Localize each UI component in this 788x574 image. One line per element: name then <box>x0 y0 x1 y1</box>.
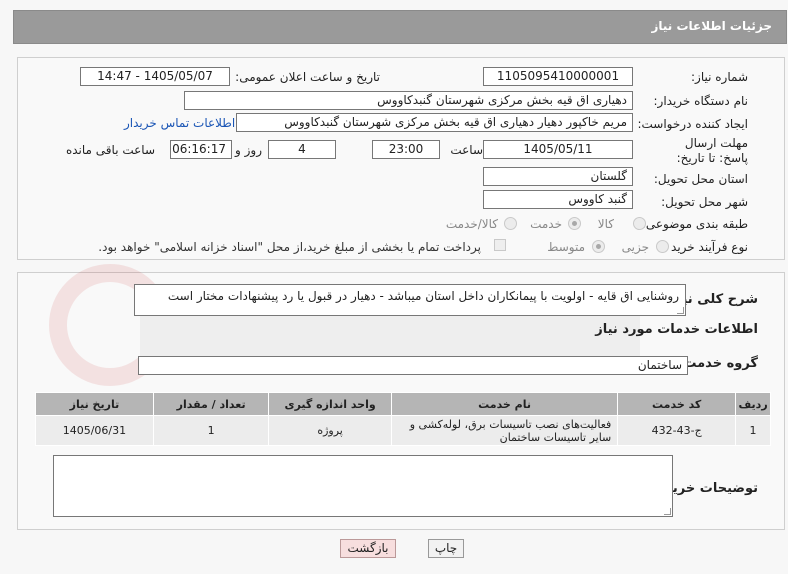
need-number-field: 1105095410000001 <box>483 67 633 86</box>
remaining-time-field: 06:16:17 <box>170 140 232 159</box>
page-root: جزئیات اطلاعات نیاز شماره نیاز: 11050954… <box>0 0 788 574</box>
purchase-radio-medium[interactable] <box>592 240 605 253</box>
remaining-days-field: 4 <box>268 140 336 159</box>
city-field: گنبد کاووس <box>483 190 633 209</box>
requester-label: ایجاد کننده درخواست: <box>637 117 748 131</box>
category-label: طبقه بندی موضوعی: <box>641 217 748 231</box>
city-label: شهر محل تحویل: <box>661 195 748 209</box>
buyer-contact-link[interactable]: اطلاعات تماس خریدار <box>124 116 235 130</box>
buyer-org-label: نام دستگاه خریدار: <box>653 94 749 108</box>
service-group-label: گروه خدمت: <box>678 356 758 371</box>
buyer-notes-textarea[interactable] <box>53 455 673 517</box>
need-number-label: شماره نیاز: <box>691 70 748 84</box>
table-header-row: ردیف کد خدمت نام خدمت واحد اندازه گیری ت… <box>35 392 771 416</box>
buyer-org-field: دهیاری اق قیه بخش مرکزی شهرستان گنبدکاوو… <box>184 91 633 110</box>
treasury-payment-checkbox[interactable] <box>494 239 506 251</box>
purchase-option-minor: جزیی <box>621 240 649 254</box>
cell-index: 1 <box>735 415 771 446</box>
treasury-payment-note: پرداخت تمام یا بخشی از مبلغ خرید،از محل … <box>98 240 481 254</box>
col-name-header: نام خدمت <box>390 392 619 416</box>
col-code-header: کد خدمت <box>617 392 737 416</box>
services-table: ردیف کد خدمت نام خدمت واحد اندازه گیری ت… <box>35 392 771 446</box>
category-radio-goods[interactable] <box>633 217 646 230</box>
summary-textarea[interactable]: روشنایی اق قایه - اولویت با پیمانکاران د… <box>134 284 686 316</box>
purchase-option-medium: متوسط <box>547 240 585 254</box>
province-field: گلستان <box>483 167 633 186</box>
announce-datetime-label: تاریخ و ساعت اعلان عمومی: <box>235 70 380 84</box>
resize-grip-icon[interactable] <box>664 508 671 515</box>
purchase-type-label: نوع فرآیند خرید : <box>663 240 748 254</box>
cell-name: فعالیت‌های نصب تاسیسات برق، لوله‌کشی و س… <box>390 415 619 446</box>
deadline-date-field: 1405/05/11 <box>483 140 633 159</box>
deadline-label: مهلت ارسال پاسخ: تا تاریخ: <box>676 136 748 165</box>
col-qty-header: تعداد / مقدار <box>152 392 270 416</box>
remaining-time-label: ساعت باقی مانده <box>65 143 155 157</box>
deadline-time-field: 23:00 <box>372 140 440 159</box>
category-radio-goods-service[interactable] <box>504 217 517 230</box>
announce-datetime-field: 1405/05/07 - 14:47 <box>80 67 230 86</box>
col-index-header: ردیف <box>735 392 771 416</box>
table-row: 1 ج-43-432 فعالیت‌های نصب تاسیسات برق، ل… <box>35 415 771 446</box>
back-button[interactable]: بازگشت <box>340 539 396 558</box>
cell-qty: 1 <box>152 415 270 446</box>
cell-date: 1405/06/31 <box>35 415 154 446</box>
category-option-service: خدمت <box>530 217 562 231</box>
deadline-time-label: ساعت <box>450 143 483 157</box>
category-option-goods-service: کالا/خدمت <box>445 217 498 231</box>
category-option-goods: کالا <box>597 217 614 231</box>
category-radio-service[interactable] <box>568 217 581 230</box>
requester-field: مریم خاکپور دهیار دهیاری اق قیه بخش مرکز… <box>236 113 633 132</box>
cell-code: ج-43-432 <box>617 415 737 446</box>
service-group-field: ساختمان <box>138 356 688 375</box>
summary-text: روشنایی اق قایه - اولویت با پیمانکاران د… <box>167 289 679 303</box>
purchase-radio-minor[interactable] <box>656 240 669 253</box>
remaining-days-label: روز و <box>235 143 262 157</box>
cell-unit: پروژه <box>268 415 392 446</box>
print-button[interactable]: چاپ <box>428 539 464 558</box>
col-unit-header: واحد اندازه گیری <box>268 392 392 416</box>
province-label: استان محل تحویل: <box>653 172 748 186</box>
page-title: جزئیات اطلاعات نیاز <box>13 10 787 44</box>
services-section-title: اطلاعات خدمات مورد نیاز <box>595 322 758 337</box>
col-date-header: تاریخ نیاز <box>35 392 154 416</box>
resize-grip-icon[interactable] <box>677 307 684 314</box>
